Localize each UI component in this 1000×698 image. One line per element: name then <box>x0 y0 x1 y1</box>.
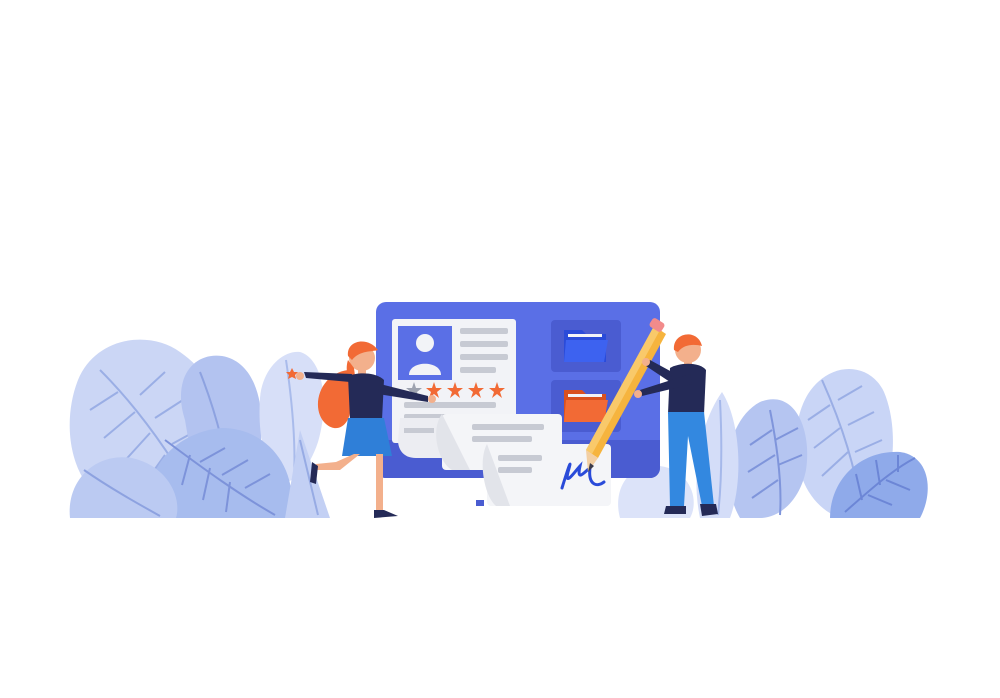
avatar-head-icon <box>416 334 434 352</box>
illustration-scene <box>69 302 928 518</box>
right-foliage <box>618 369 928 518</box>
left-foliage <box>69 339 330 518</box>
illustration-page <box>0 0 1000 698</box>
